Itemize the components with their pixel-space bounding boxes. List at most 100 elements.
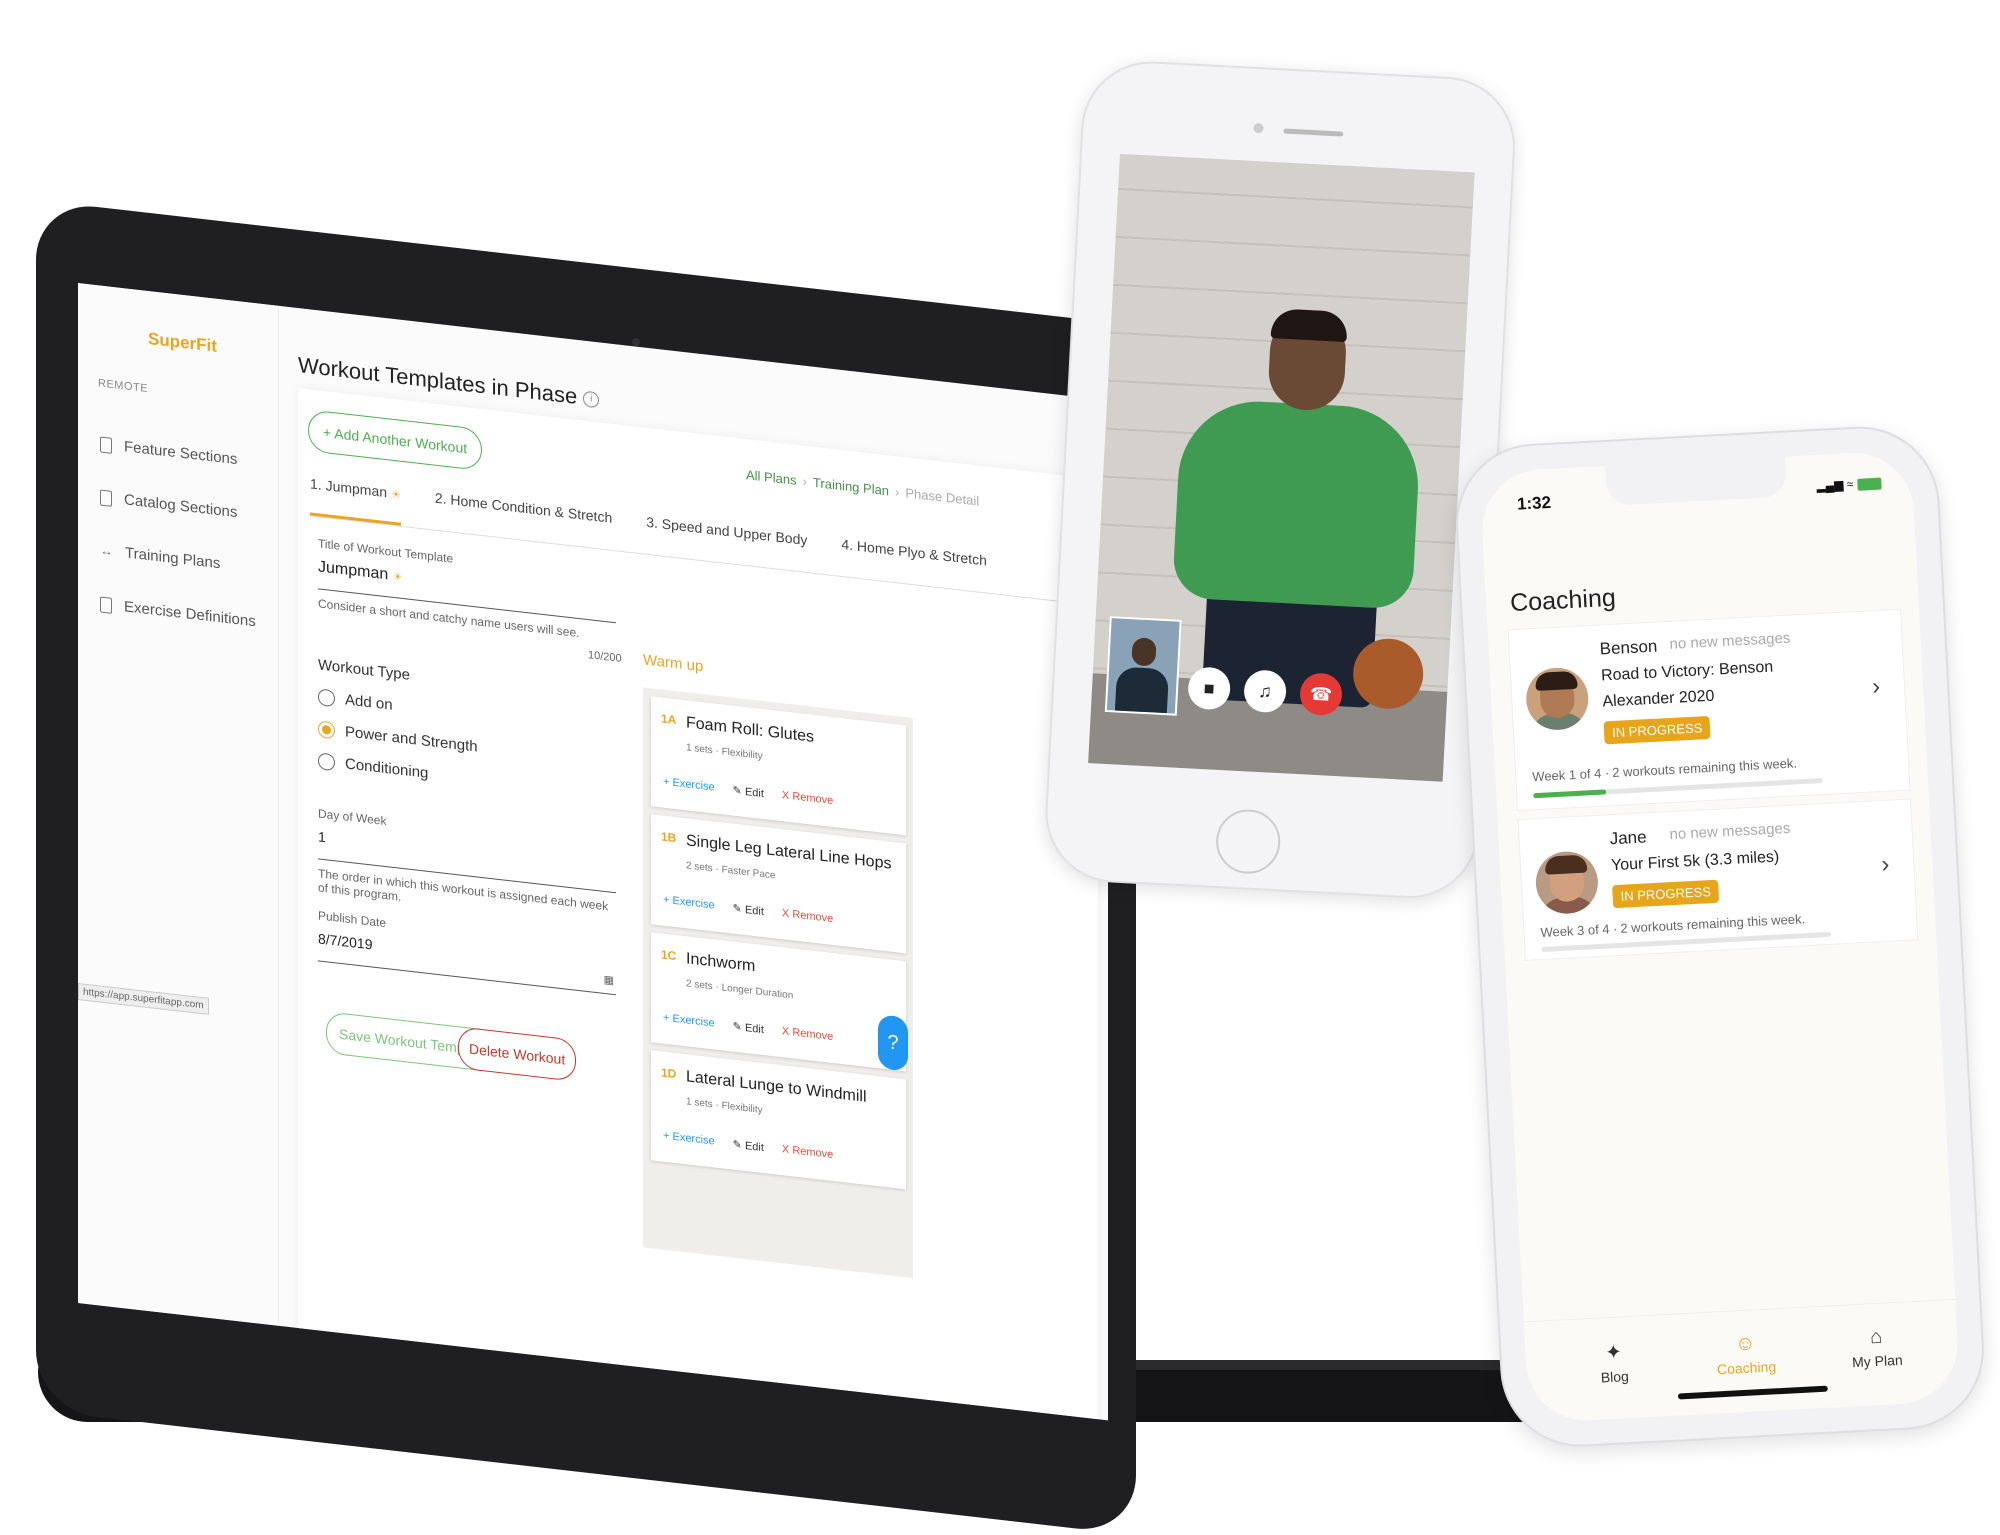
sidebar: SuperFit REMOTE Feature Sections Catalog… (78, 283, 279, 1326)
warmup-label: Warm up (643, 651, 703, 675)
tab-label: Coaching (1717, 1358, 1777, 1377)
edit-link[interactable]: ✎ Edit (733, 902, 764, 919)
front-camera (1253, 123, 1264, 134)
sun-icon: ☀ (391, 489, 401, 502)
home-button[interactable] (1215, 808, 1282, 875)
edit-link[interactable]: ✎ Edit (733, 1138, 764, 1155)
sidebar-item-label: Training Plans (125, 544, 220, 572)
admin-screen: SuperFit REMOTE Feature Sections Catalog… (78, 283, 1108, 1420)
athlete-torso (1172, 398, 1422, 610)
delete-workout-button[interactable]: Delete Workout (458, 1026, 576, 1081)
sidebar-item-catalog-sections[interactable]: Catalog Sections (100, 489, 237, 522)
chevron-right-icon[interactable]: › (1871, 673, 1880, 701)
sidebar-item-feature-sections[interactable]: Feature Sections (100, 436, 237, 469)
exercise-meta: 1 sets · Flexibility (686, 1096, 763, 1116)
arrows-icon: ↔ (100, 543, 113, 559)
publish-date-value: 8/7/2019 (318, 930, 373, 952)
page-title: Coaching (1509, 584, 1616, 618)
remove-link[interactable]: X Remove (782, 1025, 833, 1044)
exercise-card[interactable]: 1D Lateral Lunge to Windmill 1 sets · Fl… (651, 1050, 906, 1189)
exercise-card[interactable]: 1A Foam Roll: Glutes 1 sets · Flexibilit… (651, 696, 906, 835)
avatar (1525, 666, 1590, 731)
coaching-phone: 1:32 ▂▄▆ ≈ Coaching Benson no new messag… (1452, 423, 1988, 1451)
tab-home-condition[interactable]: 2. Home Condition & Stretch (435, 490, 612, 550)
tab-jumpman[interactable]: 1. Jumpman ☀ (310, 475, 401, 525)
progress-fill (1533, 789, 1606, 798)
breadcrumb-all-plans[interactable]: All Plans (746, 467, 797, 488)
sun-icon: ☀ (393, 571, 403, 584)
workout-type-label: Workout Type (318, 656, 410, 683)
publish-date-input[interactable]: 8/7/2019 ▦ (318, 930, 616, 995)
tab-bar: ✦Blog ☺Coaching ⌂My Plan (1524, 1299, 1961, 1423)
self-view-head (1131, 637, 1156, 666)
exercise-meta: 2 sets · Faster Pace (686, 860, 775, 881)
avatar (1534, 850, 1599, 915)
app-logo[interactable]: SuperFit (148, 329, 217, 357)
bookmark-icon (100, 489, 112, 506)
self-view-thumbnail[interactable] (1105, 616, 1182, 716)
radio-circle (318, 752, 335, 771)
exercise-meta: 1 sets · Flexibility (686, 742, 763, 762)
info-icon[interactable]: i (583, 391, 599, 409)
radio-label: Conditioning (345, 755, 428, 782)
notch (1605, 457, 1787, 506)
status-badge: IN PROGRESS (1612, 880, 1719, 909)
signal-icon: ▂▄▆ (1816, 478, 1844, 493)
home-icon: ⌂ (1841, 1324, 1912, 1351)
remove-link[interactable]: X Remove (782, 907, 833, 926)
title-value: Jumpman (318, 558, 388, 583)
status-time: 1:32 (1517, 493, 1552, 515)
message-status: no new messages (1669, 820, 1791, 843)
exercise-meta: 2 sets · Longer Duration (686, 978, 793, 1001)
tab-home-plyo[interactable]: 4. Home Plyo & Stretch (841, 536, 987, 593)
tab-my-plan[interactable]: ⌂My Plan (1841, 1324, 1913, 1371)
radio-add-on[interactable]: Add on (318, 688, 393, 713)
webcam (632, 338, 640, 346)
video-call-phone: ■ ♫ ☎ (1042, 58, 1518, 902)
coaching-card-benson[interactable]: Benson no new messages Road to Victory: … (1508, 609, 1911, 811)
self-view-body (1115, 667, 1169, 714)
remove-link[interactable]: X Remove (782, 789, 833, 808)
edit-link[interactable]: ✎ Edit (733, 1020, 764, 1037)
sidebar-section-label: REMOTE (98, 377, 148, 395)
tab-label: My Plan (1852, 1352, 1903, 1371)
radio-label: Power and Strength (345, 723, 478, 755)
add-workout-button[interactable]: + Add Another Workout (308, 409, 482, 471)
wifi-icon: ≈ (1846, 477, 1853, 491)
day-label: Day of Week (318, 806, 386, 828)
chat-icon: ☺ (1705, 1331, 1786, 1358)
exercise-card[interactable]: 1C Inchworm 2 sets · Longer Duration + E… (651, 932, 906, 1071)
title-counter: 10/200 (588, 649, 622, 665)
chevron-right-icon[interactable]: › (1881, 851, 1890, 879)
coaching-card-jane[interactable]: Jane no new messages Your First 5k (3.3 … (1518, 798, 1919, 960)
help-button[interactable]: ? (878, 1014, 908, 1071)
radio-power-strength[interactable]: Power and Strength (318, 720, 478, 755)
sidebar-item-exercise-definitions[interactable]: Exercise Definitions (100, 596, 256, 631)
exercise-tag: 1B (661, 829, 676, 845)
calendar-icon[interactable]: ▦ (604, 973, 614, 987)
add-exercise-link[interactable]: + Exercise (663, 894, 715, 913)
program-name: Your First 5k (3.3 miles) (1610, 840, 1871, 880)
radio-label: Add on (345, 691, 393, 713)
client-name: Benson (1599, 637, 1658, 660)
tab-coaching[interactable]: ☺Coaching (1705, 1331, 1787, 1378)
add-exercise-link[interactable]: + Exercise (663, 1130, 715, 1149)
breadcrumb-training-plan[interactable]: Training Plan (813, 475, 889, 499)
workout-card: + Add Another Workout All Plans›Training… (298, 388, 1098, 1419)
tab-blog[interactable]: ✦Blog (1583, 1338, 1645, 1386)
client-name: Jane (1609, 827, 1647, 849)
earpiece (1283, 128, 1343, 136)
tab-speed-upper-body[interactable]: 3. Speed and Upper Body (646, 514, 807, 572)
exercise-list: 1A Foam Roll: Glutes 1 sets · Flexibilit… (643, 687, 913, 1278)
radio-conditioning[interactable]: Conditioning (318, 752, 428, 782)
add-exercise-link[interactable]: + Exercise (663, 776, 715, 795)
edit-link[interactable]: ✎ Edit (733, 784, 764, 801)
add-exercise-link[interactable]: + Exercise (663, 1012, 715, 1031)
sidebar-item-training-plans[interactable]: ↔ Training Plans (100, 542, 220, 573)
remove-link[interactable]: X Remove (782, 1143, 833, 1162)
week-label: Week 3 of 4 · (1540, 921, 1618, 940)
radio-circle-selected (318, 720, 335, 739)
exercise-card[interactable]: 1B Single Leg Lateral Line Hops 2 sets ·… (651, 814, 906, 953)
exercise-tag: 1D (661, 1065, 676, 1081)
sparkle-icon: ✦ (1583, 1338, 1644, 1366)
